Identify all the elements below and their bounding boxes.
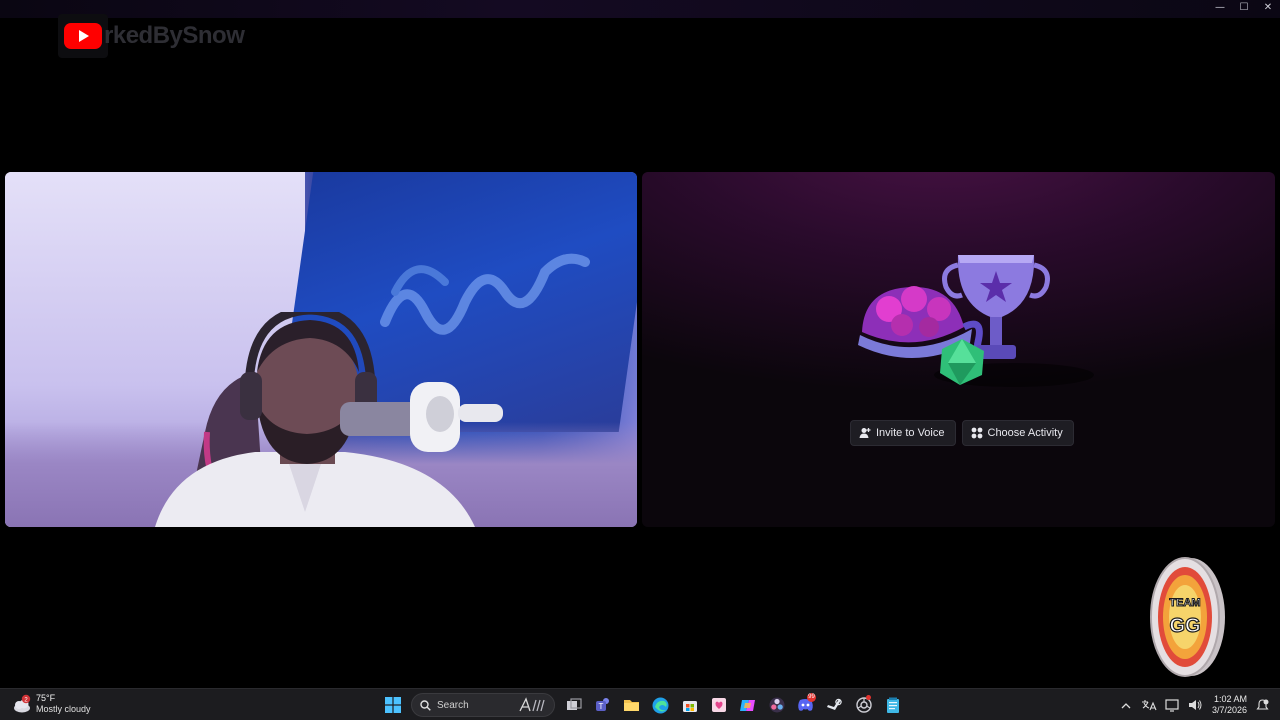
taskbar-search-box[interactable]: Search <box>411 693 555 717</box>
language-icon[interactable] <box>1141 697 1157 713</box>
taskbar-apps: Search T 99 <box>378 692 907 718</box>
activity-actions: Invite to Voice Choose Activity <box>850 420 1074 446</box>
store-icon[interactable] <box>675 692 704 718</box>
notification-icon[interactable] <box>1254 697 1270 713</box>
clock-time: 1:02 AM <box>1213 694 1247 704</box>
volume-icon[interactable] <box>1187 697 1203 713</box>
choose-activity-label: Choose Activity <box>987 427 1063 439</box>
add-user-icon <box>859 428 871 438</box>
minimize-button[interactable]: — <box>1214 2 1226 14</box>
chrome-icon[interactable] <box>849 692 878 718</box>
choose-activity-button[interactable]: Choose Activity <box>961 420 1074 446</box>
photos-icon[interactable] <box>704 692 733 718</box>
weather-desc: Mostly cloudy <box>36 704 91 714</box>
channel-watermark: rkedBySnow <box>58 14 245 58</box>
teams-icon[interactable]: T <box>588 692 617 718</box>
badge-text-bottom: GG <box>1169 615 1200 637</box>
camera-tile[interactable] <box>5 172 637 527</box>
weather-icon: 2 <box>12 694 32 714</box>
weather-temp: 75°F <box>36 693 56 703</box>
clock[interactable]: 1:02 AM 3/7/2026 <box>1212 694 1247 716</box>
activity-tile: Invite to Voice Choose Activity <box>642 172 1275 527</box>
clock-date: 3/7/2026 <box>1211 705 1247 715</box>
windows-icon <box>384 697 401 713</box>
task-view-icon[interactable] <box>559 692 588 718</box>
obs-icon[interactable] <box>762 692 791 718</box>
chrome-alert-dot <box>866 695 871 700</box>
search-highlight-icon <box>519 697 545 712</box>
start-button[interactable] <box>378 692 407 718</box>
steam-icon[interactable] <box>820 692 849 718</box>
activity-grid-icon <box>971 427 982 439</box>
maximize-button[interactable]: ☐ <box>1238 2 1250 14</box>
edge-icon[interactable] <box>646 692 675 718</box>
svg-text:T: T <box>598 702 603 711</box>
notepad-icon[interactable] <box>878 692 907 718</box>
file-explorer-icon[interactable] <box>617 692 646 718</box>
display-icon[interactable] <box>1164 697 1180 713</box>
weather-widget[interactable]: 2 75°F Mostly cloudy <box>12 693 91 715</box>
system-tray: 1:02 AM 3/7/2026 <box>1118 692 1270 718</box>
close-button[interactable]: ✕ <box>1262 2 1274 14</box>
team-gg-badge: TEAM GG <box>1150 557 1225 677</box>
taskbar: 2 75°F Mostly cloudy Search T 99 1:02 AM… <box>0 688 1280 720</box>
activity-illustration <box>858 255 1094 387</box>
copilot-icon[interactable] <box>733 692 762 718</box>
invite-to-voice-label: Invite to Voice <box>876 427 945 439</box>
microphone <box>340 382 503 452</box>
search-icon <box>420 699 431 711</box>
discord-icon[interactable]: 99 <box>791 692 820 718</box>
chevron-up-icon[interactable] <box>1118 697 1134 713</box>
window-controls: — ☐ ✕ <box>1214 2 1274 14</box>
watermark-text: rkedBySnow <box>104 22 245 49</box>
discord-notification-badge: 99 <box>807 693 816 702</box>
invite-to-voice-button[interactable]: Invite to Voice <box>850 420 956 446</box>
search-label: Search <box>437 699 469 711</box>
badge-text-top: TEAM <box>1169 597 1200 609</box>
weather-text: 75°F Mostly cloudy <box>36 693 91 715</box>
youtube-icon <box>64 23 102 49</box>
